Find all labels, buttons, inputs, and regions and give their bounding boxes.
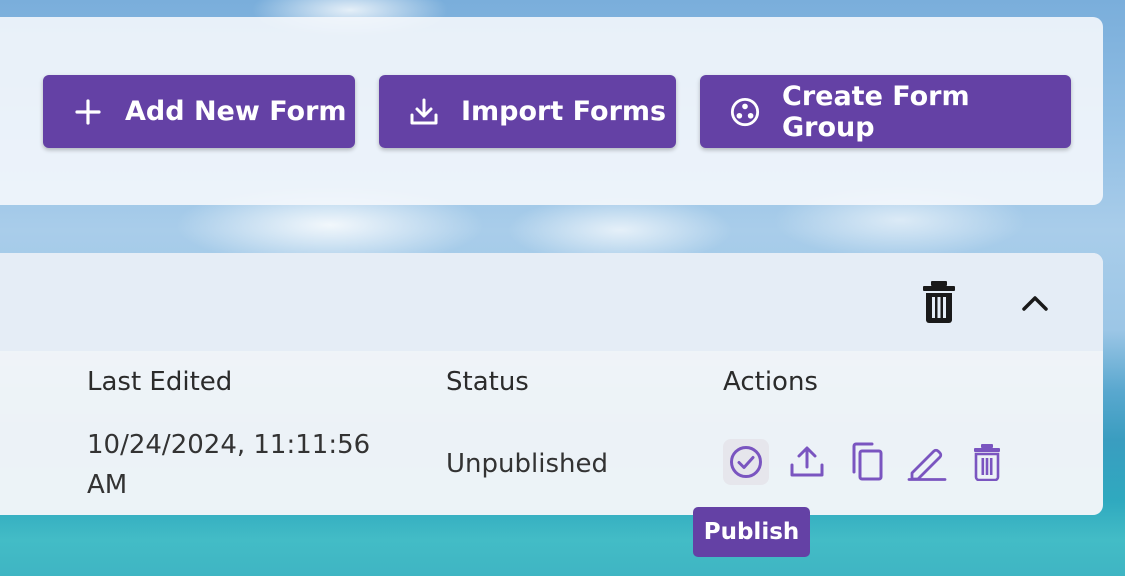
publish-tooltip: Publish: [693, 507, 810, 557]
create-form-group-label: Create Form Group: [782, 80, 970, 143]
group-circle-icon: [730, 97, 760, 127]
plus-icon: [73, 97, 103, 127]
delete-icon[interactable]: [964, 439, 1010, 485]
download-icon: [409, 97, 439, 127]
export-icon[interactable]: [784, 439, 830, 485]
toolbar-panel: Add New Form Import Forms Create Form Gr…: [0, 17, 1103, 205]
trash-icon[interactable]: [918, 279, 960, 325]
last-edited-value: 10/24/2024, 11:11:56 AM: [87, 430, 371, 500]
import-forms-label: Import Forms: [461, 96, 667, 127]
status-value: Unpublished: [446, 449, 608, 479]
column-header-last-edited: Last Edited: [87, 367, 233, 397]
import-forms-button[interactable]: Import Forms: [379, 75, 676, 148]
forms-table-panel: Last Edited Status Actions 10/24/2024, 1…: [0, 253, 1103, 515]
copy-icon[interactable]: [844, 439, 890, 485]
add-new-form-label: Add New Form: [125, 96, 347, 127]
chevron-up-icon[interactable]: [1014, 283, 1056, 323]
publish-icon[interactable]: [723, 439, 769, 485]
column-header-status: Status: [446, 367, 529, 397]
add-new-form-button[interactable]: Add New Form: [43, 75, 355, 148]
create-form-group-button[interactable]: Create Form Group: [700, 75, 1071, 148]
column-header-actions: Actions: [723, 367, 818, 397]
edit-icon[interactable]: [904, 439, 950, 485]
